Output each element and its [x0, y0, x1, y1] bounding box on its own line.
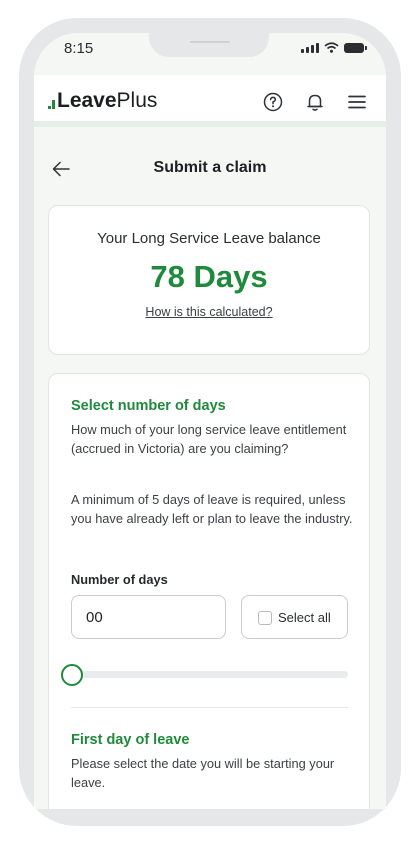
select-all-checkbox[interactable]: Select all [241, 595, 348, 639]
wifi-icon [324, 42, 339, 53]
menu-icon[interactable] [346, 91, 368, 113]
first-day-title: First day of leave [71, 732, 190, 748]
balance-value: 78 Days [150, 259, 268, 294]
brand-prefix: Leave [57, 89, 117, 112]
logo-mark-icon [48, 100, 55, 110]
select-days-description: How much of your long service leave enti… [71, 422, 347, 456]
page-title: Submit a claim [153, 159, 267, 176]
app-screen: 8:15 Leave Plus Submit a claim Your Long… [34, 33, 386, 809]
balance-card: Your Long Service Leave balance 78 Days … [48, 205, 370, 355]
brand-suffix: Plus [116, 89, 158, 112]
signal-icon [301, 42, 319, 53]
number-of-days-label: Number of days [71, 572, 168, 587]
status-bar: 8:15 [34, 33, 386, 75]
days-slider-track[interactable] [71, 671, 348, 678]
leaveplus-logo[interactable]: Leave Plus [48, 89, 157, 113]
battery-icon [344, 42, 367, 53]
help-icon[interactable] [262, 91, 284, 113]
checkbox-box[interactable] [258, 611, 272, 625]
select-days-title: Select number of days [71, 398, 226, 414]
status-time: 8:15 [64, 40, 94, 57]
first-day-description: Please select the date you will be start… [71, 756, 335, 790]
section-divider [71, 707, 348, 708]
status-icons [301, 42, 367, 53]
bell-icon[interactable] [304, 91, 326, 113]
app-header: Leave Plus [34, 75, 386, 127]
balance-label: Your Long Service Leave balance [97, 230, 321, 247]
speaker-grille [190, 41, 230, 43]
number-of-days-input[interactable] [71, 595, 226, 639]
claim-form-card: Select number of days How much of your l… [48, 373, 370, 809]
how-calculated-link[interactable]: How is this calculated? [145, 305, 272, 319]
select-all-label: Select all [278, 610, 331, 625]
page-header: Submit a claim [34, 153, 386, 185]
device-notch [149, 33, 269, 57]
minimum-days-note: A minimum of 5 days of leave is required… [71, 492, 353, 526]
days-slider-thumb[interactable] [61, 664, 83, 686]
